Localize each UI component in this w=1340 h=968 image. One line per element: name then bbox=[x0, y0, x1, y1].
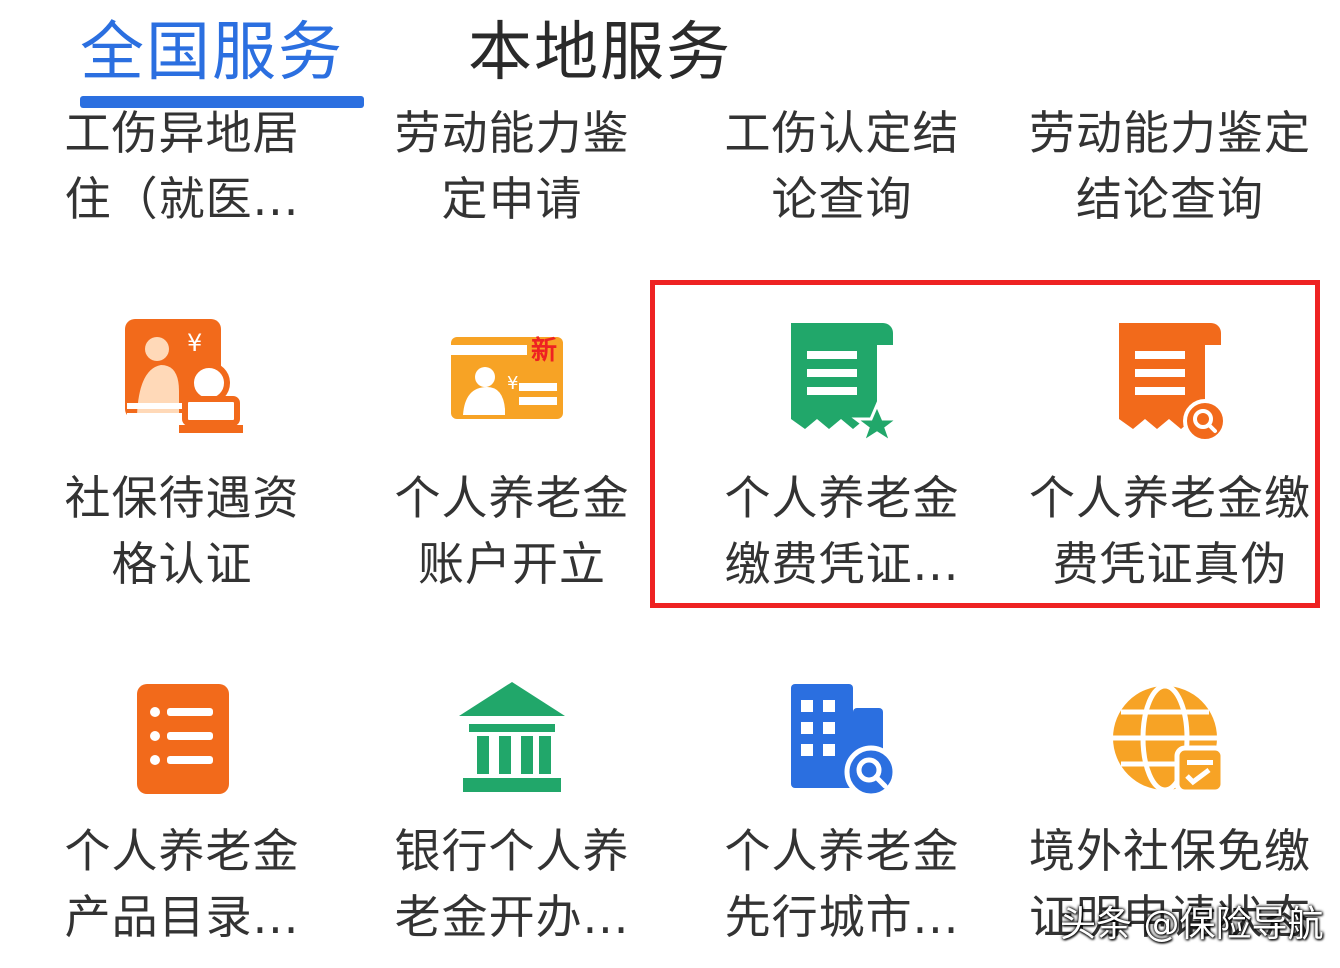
service-label: 社保待遇资 格认证 bbox=[64, 471, 300, 591]
list-document-icon bbox=[117, 678, 247, 808]
receipt-search-icon bbox=[1105, 315, 1235, 445]
service-item-pension-payment-voucher[interactable]: 个人养老金 缴费凭证... bbox=[682, 310, 1002, 600]
new-badge: 新 bbox=[531, 335, 557, 366]
service-label: 工伤认定结 论查询 bbox=[724, 106, 960, 226]
service-grid: 工伤异地居 住（就医... 劳动能力鉴 定申请 工伤认定结 论查询 劳动能力鉴定 结论查… bbox=[0, 0, 1340, 968]
service-label: 个人养老金 先行城市... bbox=[724, 824, 960, 944]
service-item-work-injury-relocation[interactable]: 工伤异地居 住（就医... bbox=[22, 100, 342, 230]
service-label: 个人养老金 账户开立 bbox=[394, 471, 630, 591]
service-item-work-injury-result-query[interactable]: 工伤认定结 论查询 bbox=[682, 100, 1002, 230]
yen-badge: ¥ bbox=[507, 373, 518, 394]
service-item-pension-voucher-verify[interactable]: 个人养老金缴 费凭证真伪 bbox=[1010, 310, 1330, 600]
service-label: 个人养老金 缴费凭证... bbox=[724, 471, 960, 591]
elderly-certification-icon: ¥ bbox=[117, 315, 247, 445]
service-item-benefit-qualification[interactable]: ¥ 社保待遇资 格认证 bbox=[22, 310, 342, 600]
service-item-labor-capacity-apply[interactable]: 劳动能力鉴 定申请 bbox=[352, 100, 672, 230]
receipt-star-icon bbox=[777, 315, 907, 445]
service-label: 劳动能力鉴 定申请 bbox=[394, 106, 630, 226]
service-label: 个人养老金 产品目录... bbox=[64, 824, 300, 944]
service-item-pension-product-catalog[interactable]: 个人养老金 产品目录... bbox=[22, 678, 342, 958]
new-account-card-icon: 新 ¥ bbox=[447, 315, 577, 445]
service-label: 银行个人养 老金开办... bbox=[394, 824, 630, 944]
service-item-pension-account-open[interactable]: 新 ¥ 个人养老金 账户开立 bbox=[352, 310, 672, 600]
service-item-pension-pilot-cities[interactable]: 个人养老金 先行城市... bbox=[682, 678, 1002, 958]
service-label: 劳动能力鉴定 结论查询 bbox=[1029, 106, 1311, 226]
service-item-bank-pension-open[interactable]: 银行个人养 老金开办... bbox=[352, 678, 672, 958]
service-item-labor-capacity-result-query[interactable]: 劳动能力鉴定 结论查询 bbox=[1010, 100, 1330, 230]
yen-badge: ¥ bbox=[187, 329, 202, 357]
bank-building-icon bbox=[447, 678, 577, 808]
city-search-icon bbox=[777, 678, 907, 808]
globe-document-icon bbox=[1105, 678, 1235, 808]
service-label: 个人养老金缴 费凭证真伪 bbox=[1029, 471, 1311, 591]
watermark: 头条 @保险导航 bbox=[1060, 904, 1324, 945]
service-label: 工伤异地居 住（就医... bbox=[64, 106, 300, 226]
